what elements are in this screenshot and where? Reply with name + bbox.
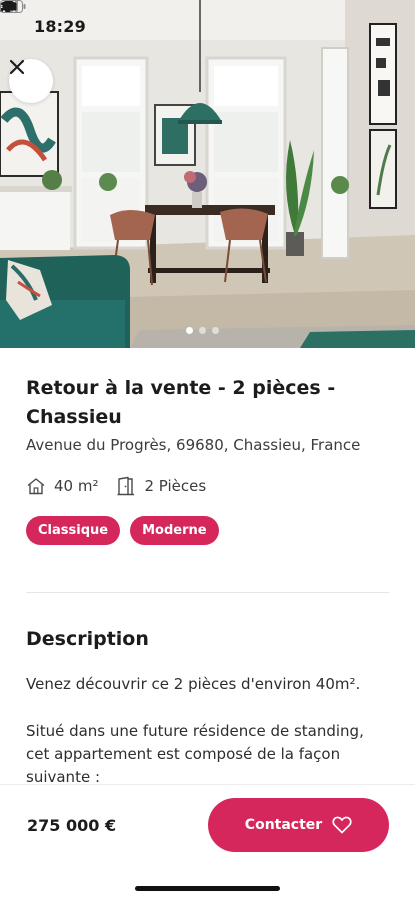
gallery-dot[interactable] [212, 327, 219, 334]
battery-icon [0, 0, 26, 13]
surface-feature: 40 m² [26, 477, 98, 495]
description-heading: Description [26, 628, 149, 650]
gallery-dot[interactable] [199, 327, 206, 334]
contact-button[interactable]: Contacter [208, 798, 389, 852]
contact-button-label: Contacter [244, 817, 323, 833]
section-divider [26, 592, 389, 593]
home-indicator[interactable] [135, 886, 280, 891]
listing-photo[interactable]: 18:29 [0, 0, 415, 348]
rooms-value: 2 Pièces [144, 477, 207, 495]
listing-details[interactable]: Retour à la vente - 2 pièces - Chassieu … [0, 348, 415, 784]
tag-moderne: Moderne [130, 516, 219, 545]
close-icon [9, 59, 25, 75]
listing-address: Avenue du Progrès, 69680, Chassieu, Fran… [26, 436, 361, 454]
description-paragraph: Venez découvrir ce 2 pièces d'environ 40… [26, 675, 361, 693]
heart-icon [332, 816, 352, 834]
listing-title: Retour à la vente - 2 pièces - Chassieu [26, 377, 336, 428]
description-paragraph: Situé dans une future résidence de stand… [26, 722, 364, 784]
apartment-interior-photo [0, 0, 415, 348]
door-icon [117, 476, 135, 496]
gallery-dot[interactable] [186, 327, 193, 334]
listing-price: 275 000 € [27, 816, 117, 835]
status-bar: 18:29 [0, 0, 415, 44]
close-button[interactable] [9, 59, 53, 103]
surface-value: 40 m² [54, 477, 99, 495]
rooms-feature: 2 Pièces [116, 476, 206, 496]
gallery-pagination[interactable] [186, 327, 219, 334]
listing-features: 40 m² 2 Pièces [26, 476, 206, 496]
status-time: 18:29 [34, 17, 86, 36]
bottom-bar: 275 000 € Contacter [0, 784, 415, 901]
home-icon [27, 478, 45, 495]
tag-classique: Classique [26, 516, 121, 545]
style-tags: Classique Moderne [26, 516, 219, 545]
